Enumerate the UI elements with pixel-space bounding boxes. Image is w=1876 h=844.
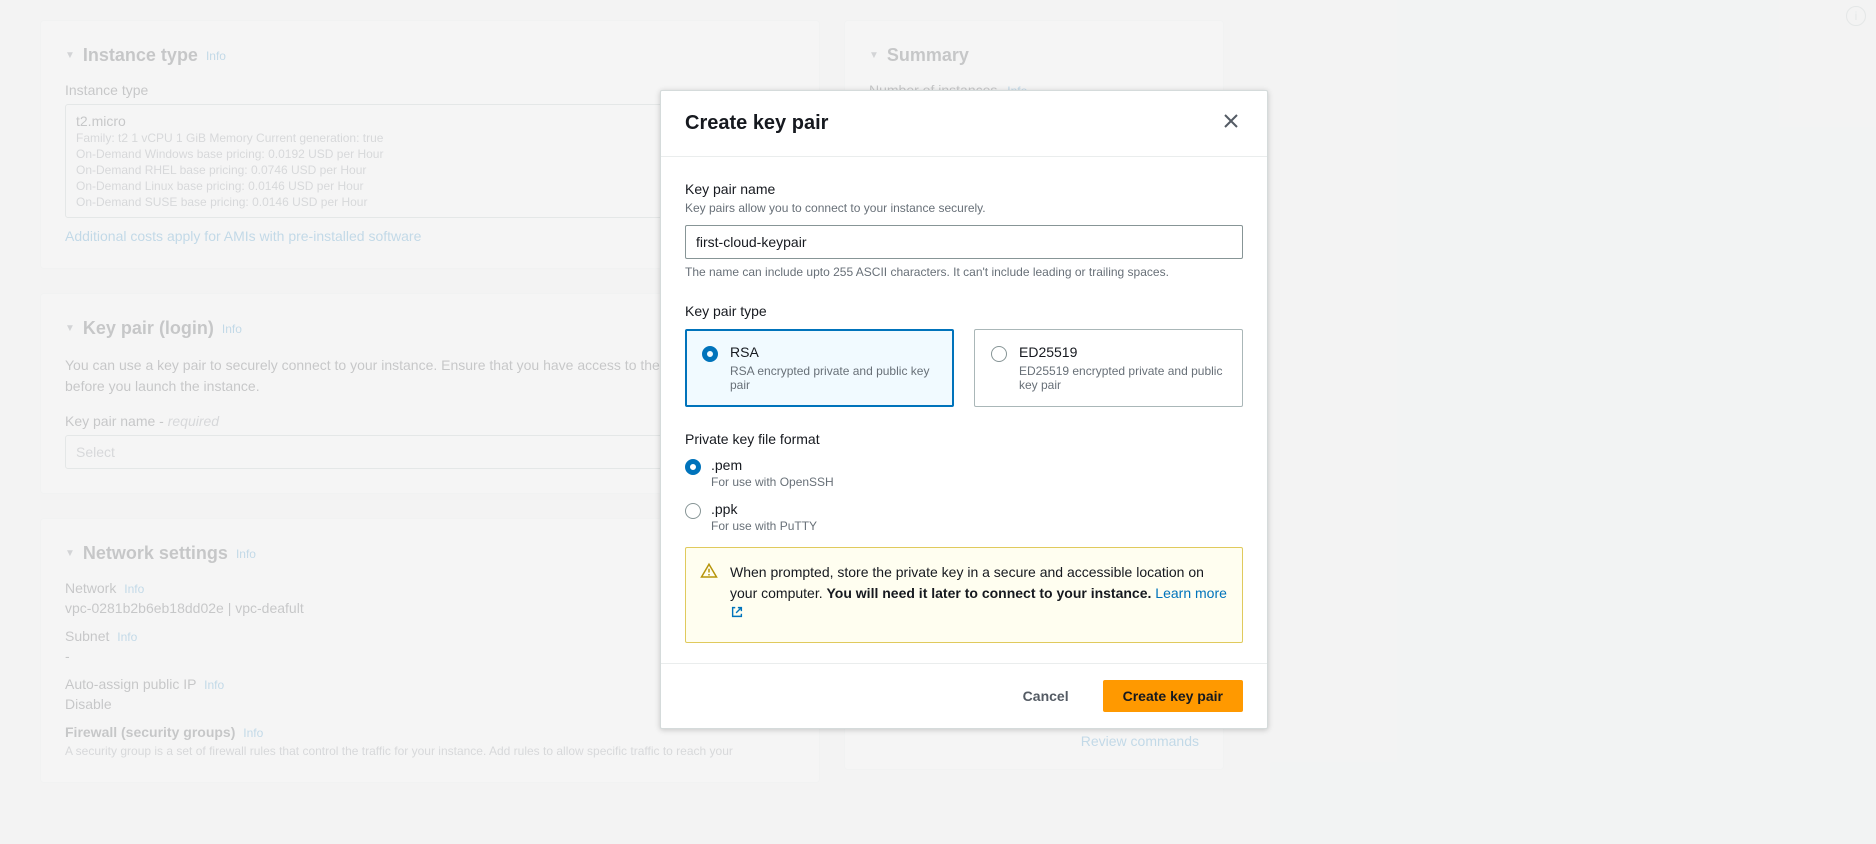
key-pair-name-sub: Key pairs allow you to connect to your i…	[685, 201, 1243, 215]
pem-desc: For use with OpenSSH	[711, 475, 834, 489]
radio-icon	[991, 346, 1007, 362]
close-icon[interactable]	[1219, 109, 1243, 138]
modal-title: Create key pair	[685, 112, 828, 135]
key-pair-name-hint: The name can include upto 255 ASCII char…	[685, 265, 1243, 279]
private-key-format-label: Private key file format	[685, 431, 1243, 447]
create-key-pair-modal: Create key pair Key pair name Key pairs …	[660, 90, 1268, 729]
ppk-title: .ppk	[711, 501, 817, 517]
ed25519-title: ED25519	[1019, 344, 1226, 360]
cancel-button[interactable]: Cancel	[1003, 680, 1089, 712]
key-pair-name-label: Key pair name	[685, 181, 1243, 197]
radio-icon	[702, 346, 718, 362]
ed25519-desc: ED25519 encrypted private and public key…	[1019, 364, 1226, 392]
alert-text: When prompted, store the private key in …	[730, 562, 1228, 628]
key-pair-type-label: Key pair type	[685, 303, 1243, 319]
rsa-title: RSA	[730, 344, 937, 360]
pem-title: .pem	[711, 457, 834, 473]
create-key-pair-button[interactable]: Create key pair	[1103, 680, 1243, 712]
format-pem-radio[interactable]: .pem For use with OpenSSH	[685, 457, 1243, 489]
external-link-icon	[730, 604, 744, 625]
ppk-desc: For use with PuTTY	[711, 519, 817, 533]
format-ppk-radio[interactable]: .ppk For use with PuTTY	[685, 501, 1243, 533]
radio-icon	[685, 459, 701, 475]
rsa-desc: RSA encrypted private and public key pai…	[730, 364, 937, 392]
key-pair-type-rsa-tile[interactable]: RSA RSA encrypted private and public key…	[685, 329, 954, 407]
key-pair-type-ed25519-tile[interactable]: ED25519 ED25519 encrypted private and pu…	[974, 329, 1243, 407]
radio-icon	[685, 503, 701, 519]
warning-icon	[700, 562, 718, 628]
warning-alert: When prompted, store the private key in …	[685, 547, 1243, 643]
key-pair-name-input[interactable]	[685, 225, 1243, 259]
